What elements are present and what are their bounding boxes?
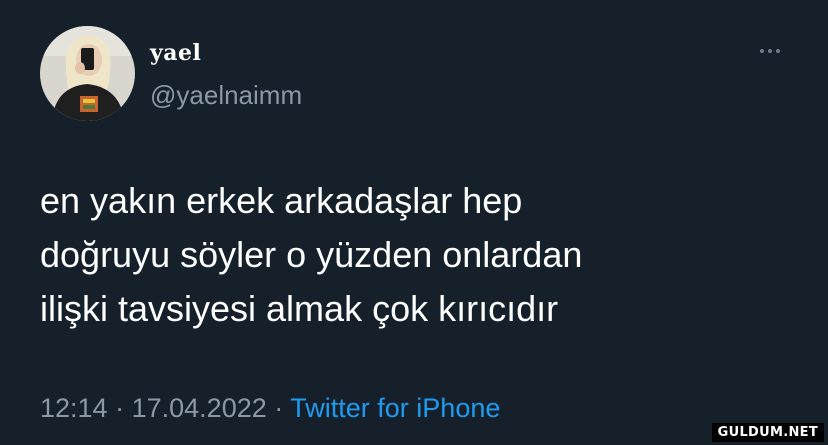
meta-separator: · [274,393,284,423]
tweet-text-line: doğruyu söyler o yüzden onlardan [40,234,583,275]
avatar[interactable] [40,26,135,121]
more-options-button[interactable] [750,38,790,64]
more-icon-dot [776,49,780,53]
watermark-logo: GULDUM.NET [711,423,824,442]
display-name[interactable]: yael [150,40,201,66]
tweet-card: yael @yaelnaimm en yakın erkek arkadaşla… [0,0,828,445]
meta-separator: · [115,393,125,423]
tweet-meta: 12:14 · 17.04.2022 · Twitter for iPhone [40,393,500,424]
tweet-source-link[interactable]: Twitter for iPhone [290,393,500,423]
tweet-text-line: en yakın erkek arkadaşlar hep [40,180,523,221]
tweet-time[interactable]: 12:14 [40,393,108,423]
more-icon-dot [768,49,772,53]
tweet-text-line: ilişki tavsiyesi almak çok kırıcıdır [40,288,559,329]
profile-photo-icon [40,26,135,121]
tweet-date[interactable]: 17.04.2022 [132,393,267,423]
more-horizontal-icon [760,49,764,53]
tweet-text: en yakın erkek arkadaşlar hep doğruyu sö… [40,174,800,336]
user-handle[interactable]: @yaelnaimm [150,80,302,111]
